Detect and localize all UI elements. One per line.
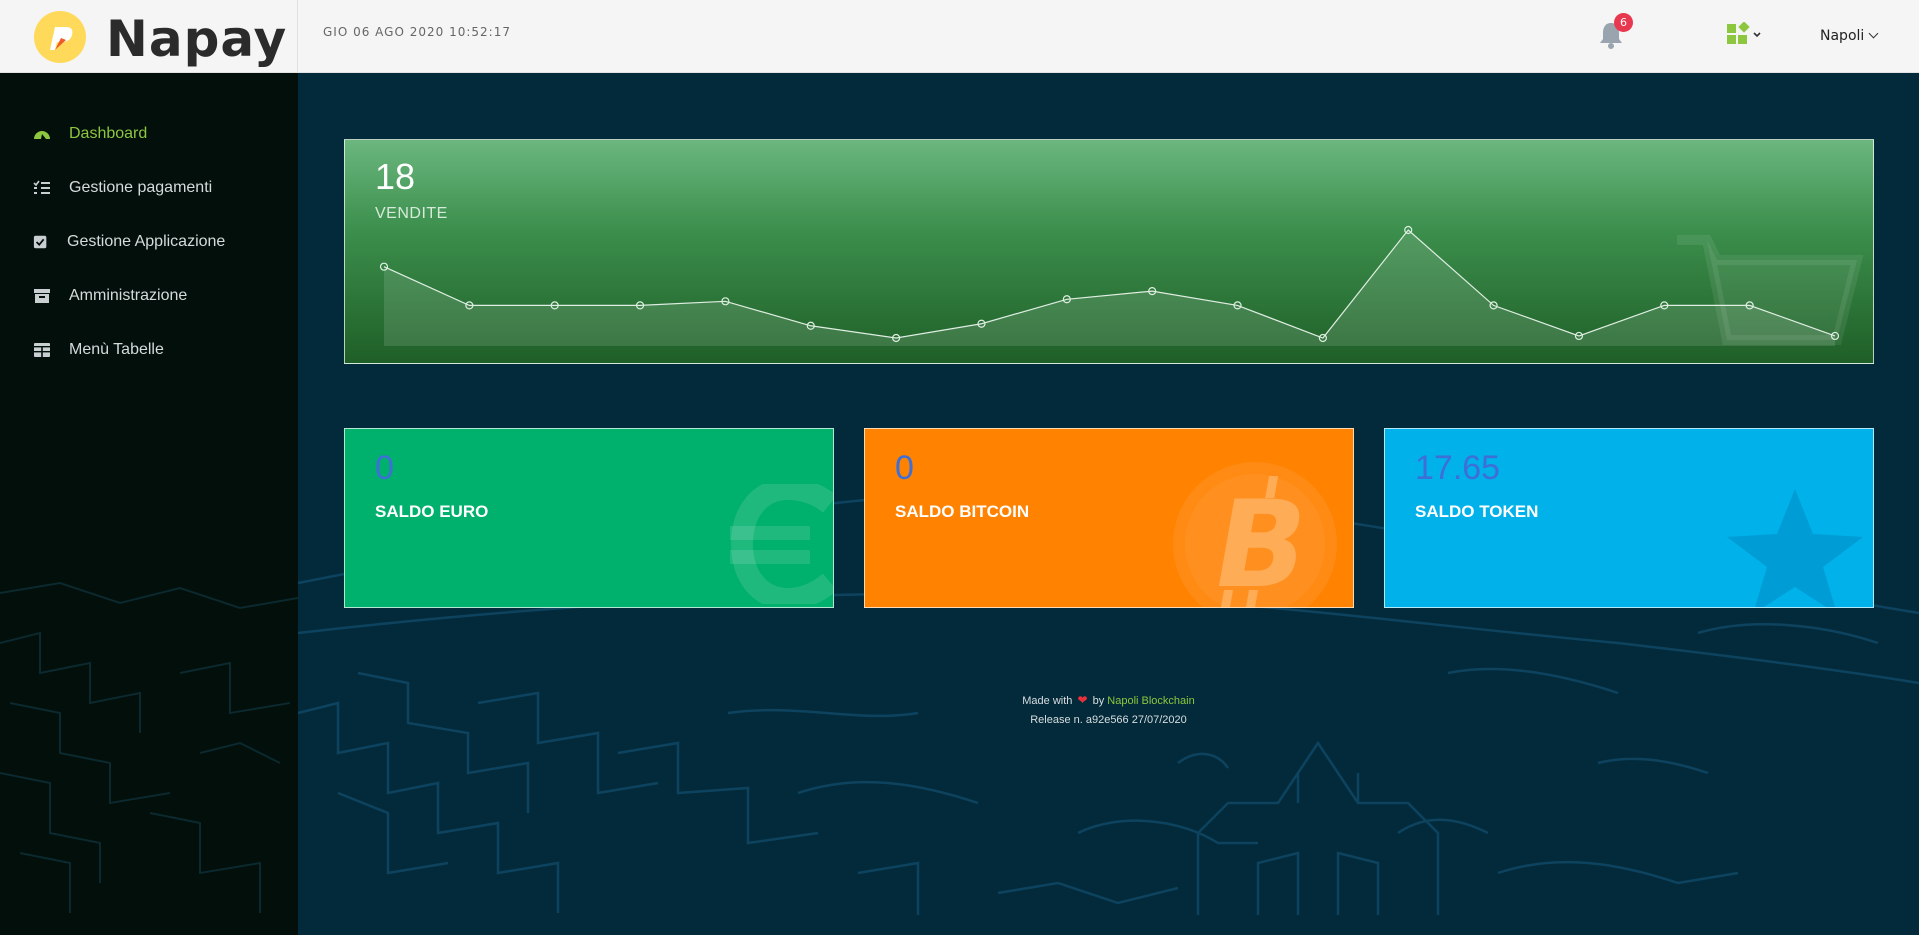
saldo-bitcoin-label: SALDO BITCOIN <box>895 502 1030 521</box>
heart-icon: ❤ <box>1077 693 1088 707</box>
sidebar: Dashboard Gestione pagamenti Gestione Ap… <box>0 73 298 935</box>
sidebar-item-dashboard[interactable]: Dashboard <box>0 114 298 154</box>
brand[interactable]: Napay <box>0 0 298 73</box>
sidebar-item-label: Gestione Applicazione <box>67 233 226 250</box>
brand-name: Napay <box>106 10 288 68</box>
vendite-label: VENDITE <box>375 205 448 222</box>
release-info: Release n. a92e566 27/07/2020 <box>1030 714 1187 726</box>
sidebar-item-menu-tabelle[interactable]: Menù Tabelle <box>0 330 298 370</box>
notifications-badge[interactable]: 6 <box>1614 13 1633 32</box>
napay-logo-icon <box>34 11 86 63</box>
chevron-down-icon <box>1868 28 1879 39</box>
sidebar-background-art <box>0 581 298 913</box>
bitcoin-icon: B <box>1173 462 1337 607</box>
sidebar-item-label: Dashboard <box>69 125 148 142</box>
current-datetime: GIO 06 AGO 2020 10:52:17 <box>323 25 511 39</box>
apps-menu-icon[interactable] <box>1725 22 1765 48</box>
euro-icon <box>730 484 833 604</box>
sidebar-item-gestione-pagamenti[interactable]: Gestione pagamenti <box>0 168 298 208</box>
chart-area <box>384 230 1835 346</box>
sidebar-item-label: Amministrazione <box>69 287 188 304</box>
sidebar-item-amministrazione[interactable]: Amministrazione <box>0 276 298 316</box>
saldo-bitcoin-card[interactable]: B 0 SALDO BITCOIN <box>864 428 1354 608</box>
vendite-card[interactable]: 18 VENDITE <box>344 139 1874 364</box>
company-link[interactable]: Napoli Blockchain <box>1107 695 1194 707</box>
vendite-value: 18 <box>375 156 416 197</box>
footer-made-with: Made with <box>1022 695 1073 707</box>
saldo-euro-label: SALDO EURO <box>375 502 489 521</box>
footer-credits: Made with ❤ by Napoli Blockchain <box>298 691 1919 711</box>
user-name: Napoli <box>1820 28 1865 44</box>
star-icon <box>1727 489 1863 607</box>
footer-by: by <box>1092 695 1105 707</box>
user-menu[interactable]: Napoli <box>1820 28 1879 44</box>
sidebar-item-gestione-applicazione[interactable]: Gestione Applicazione <box>0 222 298 262</box>
dashboard-gauge-icon <box>34 131 50 139</box>
sidebar-item-label: Gestione pagamenti <box>69 179 213 196</box>
table-icon <box>34 343 50 357</box>
archive-icon <box>34 289 50 303</box>
vendite-line-chart <box>379 225 1840 346</box>
saldo-euro-value: 0 <box>375 449 394 487</box>
footer: Made with ❤ by Napoli Blockchain Release… <box>298 691 1919 730</box>
saldo-euro-card[interactable]: 0 SALDO EURO <box>344 428 834 608</box>
saldo-token-label: SALDO TOKEN <box>1415 502 1539 521</box>
saldo-bitcoin-value: 0 <box>895 449 914 487</box>
checklist-icon <box>33 180 50 194</box>
saldo-token-card[interactable]: 17.65 SALDO TOKEN <box>1384 428 1874 608</box>
main-content: 18 VENDITE 0 SALDO EURO B 0 SALDO BITCOI… <box>298 73 1919 935</box>
top-bar: Napay GIO 06 AGO 2020 10:52:17 6 Napoli <box>0 0 1919 73</box>
saldo-token-value: 17.65 <box>1415 449 1501 487</box>
checkbox-icon <box>33 235 47 249</box>
sidebar-item-label: Menù Tabelle <box>69 341 164 358</box>
